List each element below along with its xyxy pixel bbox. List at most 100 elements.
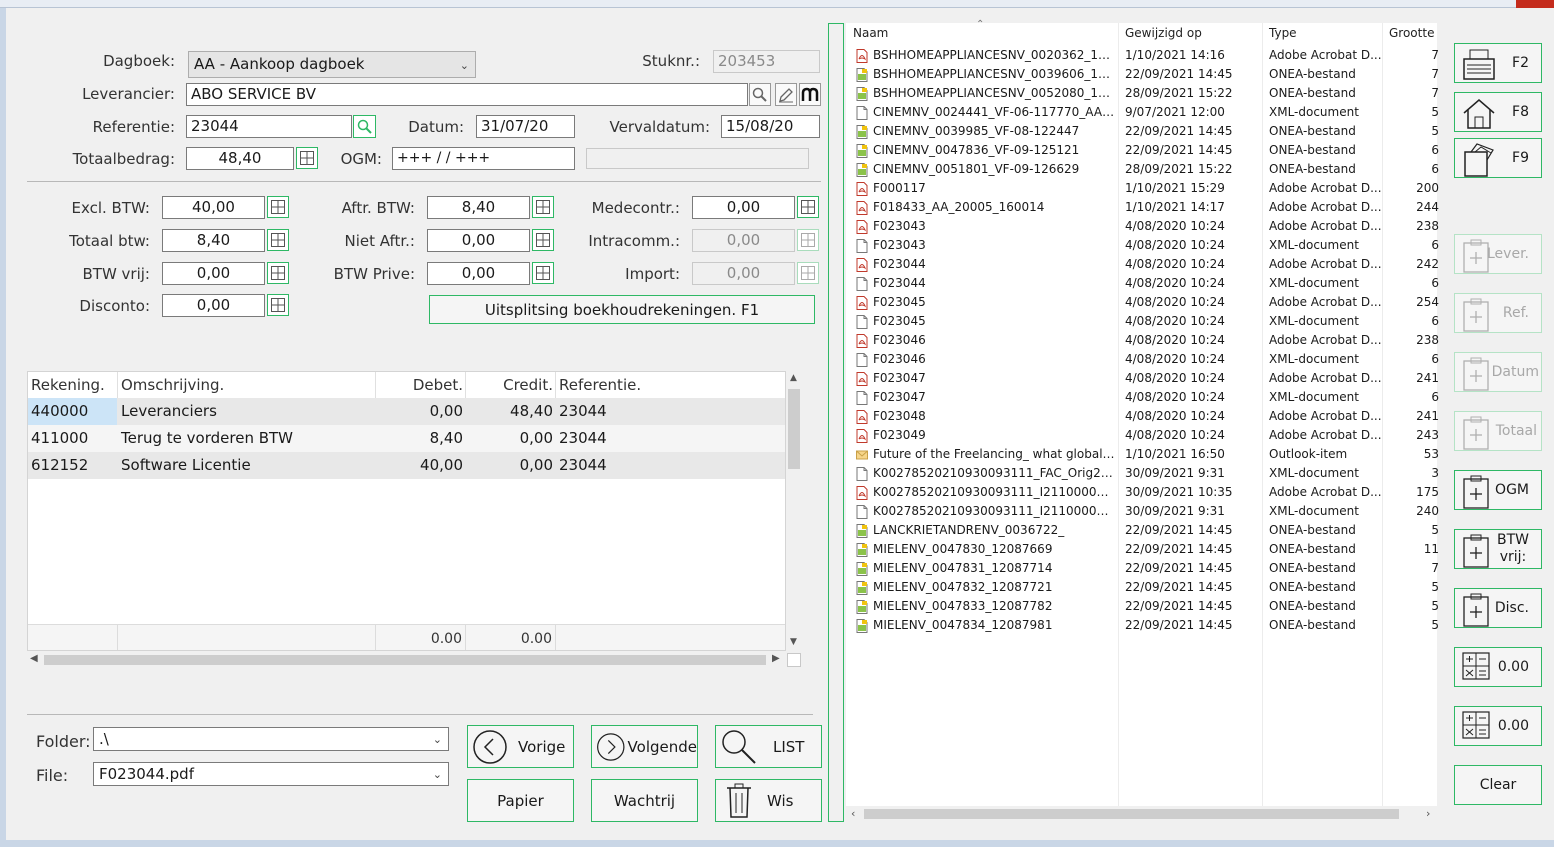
col-type-header[interactable]: Type (1269, 26, 1297, 40)
col-gewijzigd-header[interactable]: Gewijzigd op (1125, 26, 1202, 40)
file-list-item[interactable]: F023049 4/08/2020 10:24 Adobe Acrobat D...… (846, 426, 1439, 445)
cell-omschrijving[interactable]: Software Licentie (121, 452, 251, 479)
totaalbedrag-calc-button[interactable] (296, 147, 318, 169)
file-list-item[interactable]: F000117 1/10/2021 15:29 Adobe Acrobat D...… (846, 179, 1439, 198)
medecontr-field[interactable]: 0,00 (692, 196, 795, 219)
papier-button[interactable]: Papier (467, 779, 574, 822)
niet-aftr-calc-button[interactable] (532, 229, 554, 251)
file-list-item[interactable]: BSHHOMEAPPLIANCESNV_0052080_118415... 28/… (846, 84, 1439, 103)
file-list-item[interactable]: F018433_AA_20005_160014 1/10/2021 14:17 Ad… (846, 198, 1439, 217)
file-list-item[interactable]: CINEMNV_0039985_VF-08-122447 22/09/2021 1… (846, 122, 1439, 141)
f9-button[interactable]: F9 (1454, 138, 1542, 178)
file-list-item[interactable]: F023046 4/08/2020 10:24 Adobe Acrobat D...… (846, 331, 1439, 350)
col-debet-header[interactable]: Debet. (378, 372, 463, 398)
folder-select[interactable]: .\ ⌄ (93, 727, 449, 751)
col-credit-header[interactable]: Credit. (468, 372, 553, 398)
uitsplitsing-button[interactable]: Uitsplitsing boekhoudrekeningen. F1 (429, 295, 815, 324)
file-list-item[interactable]: F023048 4/08/2020 10:24 Adobe Acrobat D...… (846, 407, 1439, 426)
disconto-field[interactable]: 0,00 (162, 294, 265, 317)
totaalbedrag-field[interactable]: 48,40 (186, 147, 294, 170)
cell-credit[interactable]: 0,00 (468, 425, 553, 452)
stuknr-field[interactable]: 203453 (713, 50, 820, 73)
file-list-item[interactable]: BSHHOMEAPPLIANCESNV_0039606_118412... 22/… (846, 65, 1439, 84)
datum-field[interactable]: 31/07/20 (476, 115, 575, 138)
open-leverancier-button[interactable] (799, 83, 821, 106)
vorige-button[interactable]: Vorige (467, 725, 574, 768)
cell-referentie[interactable]: 23044 (559, 452, 607, 479)
edit-leverancier-button[interactable] (775, 83, 797, 106)
file-list-item[interactable]: CINEMNV_0047836_VF-09-125121 22/09/2021 1… (846, 141, 1439, 160)
aftr-btw-field[interactable]: 8,40 (427, 196, 530, 219)
file-list-item[interactable]: MIELENV_0047831_12087714 22/09/2021 14:45… (846, 559, 1439, 578)
referentie-search-button[interactable] (353, 115, 376, 138)
grid-vertical-scrollbar[interactable]: ▲ ▼ (786, 371, 802, 651)
cell-credit[interactable]: 48,40 (468, 398, 553, 425)
clear-button[interactable]: Clear (1454, 765, 1542, 805)
file-list-item[interactable]: F023043 4/08/2020 10:24 XML-document 6 (846, 236, 1439, 255)
ogm-button[interactable]: OGM (1454, 470, 1542, 510)
disc-button[interactable]: Disc. (1454, 588, 1542, 628)
file-list-item[interactable]: K00278520210930093111_I21100001805 30/09/… (846, 483, 1439, 502)
grid-horizontal-scrollbar[interactable]: ◀ ▶ (27, 652, 786, 668)
panel-splitter[interactable] (828, 23, 844, 822)
f8-button[interactable]: F8 (1454, 92, 1542, 132)
file-list-item[interactable]: K00278520210930093111_I21100001805 30/09/… (846, 502, 1439, 521)
file-list-item[interactable]: MIELENV_0047833_12087782 22/09/2021 14:45… (846, 597, 1439, 616)
btw-prive-calc-button[interactable] (532, 262, 554, 284)
file-list-item[interactable]: MIELENV_0047830_12087669 22/09/2021 14:45… (846, 540, 1439, 559)
sum1-button[interactable]: 0.00 (1454, 647, 1542, 687)
volgende-button[interactable]: Volgende (591, 725, 698, 768)
scroll-right-icon[interactable]: › (1426, 807, 1430, 820)
file-list-item[interactable]: F023047 4/08/2020 10:24 XML-document 6 (846, 388, 1439, 407)
col-omschrijving-header[interactable]: Omschrijving. (121, 372, 224, 398)
btw-vrij-field[interactable]: 0,00 (162, 262, 265, 285)
scroll-thumb[interactable] (864, 809, 1399, 819)
totaal-btw-calc-button[interactable] (267, 229, 289, 251)
cell-omschrijving[interactable]: Terug te vorderen BTW (121, 425, 293, 452)
aftr-btw-calc-button[interactable] (532, 196, 554, 218)
ogm-field[interactable]: +++ / / +++ (392, 147, 575, 170)
btw-vrij-calc-button[interactable] (267, 262, 289, 284)
table-row[interactable]: 411000 Terug te vorderen BTW 8,40 0,00 2… (28, 425, 785, 452)
file-list-item[interactable]: MIELENV_0047832_12087721 22/09/2021 14:45… (846, 578, 1439, 597)
cell-referentie[interactable]: 23044 (559, 425, 607, 452)
cell-rekening[interactable]: 411000 (31, 425, 88, 452)
file-list-item[interactable]: F023043 4/08/2020 10:24 Adobe Acrobat D...… (846, 217, 1439, 236)
filelist-horizontal-scrollbar[interactable]: ‹ › (846, 806, 1437, 822)
cell-omschrijving[interactable]: Leveranciers (121, 398, 217, 425)
file-list-item[interactable]: CINEMNV_0024441_VF-06-117770_AA_21009...… (846, 103, 1439, 122)
search-leverancier-button[interactable] (749, 83, 771, 106)
scroll-up-icon[interactable]: ▲ (790, 373, 797, 383)
file-list-item[interactable]: F023045 4/08/2020 10:24 XML-document 6 (846, 312, 1439, 331)
file-list-item[interactable]: F023047 4/08/2020 10:24 Adobe Acrobat D...… (846, 369, 1439, 388)
scroll-left-icon[interactable]: ‹ (851, 807, 855, 820)
file-list-item[interactable]: F023044 4/08/2020 10:24 XML-document 6 (846, 274, 1439, 293)
col-referentie-header[interactable]: Referentie. (559, 372, 641, 398)
window-close-button[interactable] (1516, 0, 1554, 8)
cell-rekening[interactable]: 612152 (31, 452, 88, 479)
file-select[interactable]: F023044.pdf ⌄ (93, 762, 449, 786)
list-button[interactable]: LIST (715, 725, 822, 768)
scroll-thumb[interactable] (44, 655, 766, 665)
cell-credit[interactable]: 0,00 (468, 452, 553, 479)
excl-btw-calc-button[interactable] (267, 196, 289, 218)
file-list-item[interactable]: LANCKRIETANDRENV_0036722_ 22/09/2021 14:4… (846, 521, 1439, 540)
wachtrij-button[interactable]: Wachtrij (591, 779, 698, 822)
file-list-item[interactable]: CINEMNV_0051801_VF-09-126629 28/09/2021 1… (846, 160, 1439, 179)
leverancier-field[interactable]: ABO SERVICE BV (186, 83, 748, 106)
vervaldatum-field[interactable]: 15/08/20 (721, 115, 820, 138)
table-row[interactable]: 612152 Software Licentie 40,00 0,00 2304… (28, 452, 785, 479)
col-naam-header[interactable]: Naam (853, 26, 888, 40)
scroll-right-icon[interactable]: ▶ (772, 653, 780, 664)
file-list-item[interactable]: MIELENV_0047834_12087981 22/09/2021 14:45… (846, 616, 1439, 635)
disconto-calc-button[interactable] (267, 294, 289, 316)
excl-btw-field[interactable]: 40,00 (162, 196, 265, 219)
scroll-down-icon[interactable]: ▼ (790, 637, 797, 647)
btw-prive-field[interactable]: 0,00 (427, 262, 530, 285)
totaal-btw-field[interactable]: 8,40 (162, 229, 265, 252)
file-list-item[interactable]: BSHHOMEAPPLIANCESNV_0020362_118408... 1/1… (846, 46, 1439, 65)
table-row[interactable]: 440000 Leveranciers 0,00 48,40 23044 (28, 398, 785, 425)
col-grootte-header[interactable]: Grootte (1389, 26, 1434, 40)
file-list-item[interactable]: K00278520210930093111_FAC_Orig2_FAK214..… (846, 464, 1439, 483)
scroll-thumb[interactable] (788, 389, 800, 469)
